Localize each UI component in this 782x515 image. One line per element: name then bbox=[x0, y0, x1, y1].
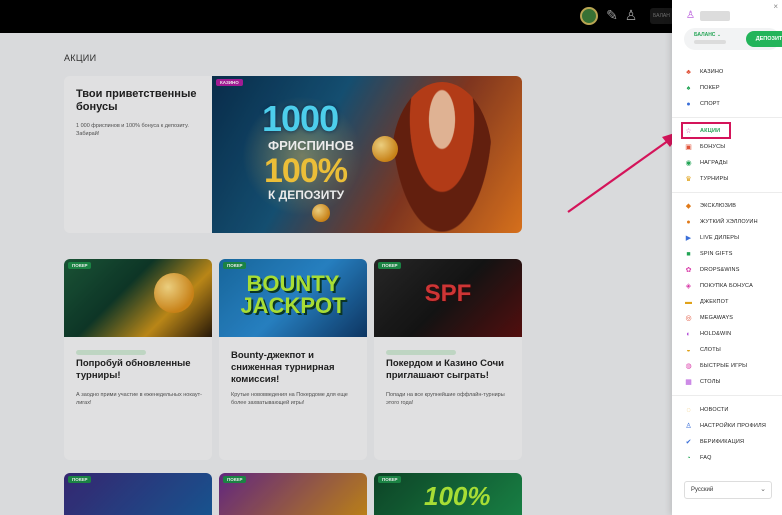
sidebar-item-label: СЛОТЫ bbox=[700, 347, 721, 353]
sidebar-item-profile-settings[interactable]: ♙ НАСТРОЙКИ ПРОФИЛЯ bbox=[684, 420, 766, 432]
faq-icon: ◔ bbox=[686, 454, 691, 462]
sidebar-item-label: ЭКСКЛЮЗИВ bbox=[700, 203, 737, 209]
side-menu-panel: × ♙ БАЛАНС ⌄ ДЕПОЗИТ ♣ КАЗИНО ♠ ПОКЕР ● СПОРТ… bbox=[672, 0, 782, 515]
close-icon[interactable]: × bbox=[773, 3, 778, 11]
sidebar-item-label: SPIN GIFTS bbox=[700, 251, 733, 257]
sidebar-item-label: ЖУТКИЙ ХЭЛЛОУИН bbox=[700, 219, 758, 225]
verification-icon: ✔ bbox=[685, 438, 692, 446]
sidebar-item-verification[interactable]: ✔ ВЕРИФИКАЦИЯ bbox=[684, 436, 744, 448]
annotation-highlight-box bbox=[681, 122, 731, 139]
sidebar-item-slots[interactable]: ◒ СЛОТЫ bbox=[684, 344, 721, 356]
sidebar-item-live[interactable]: ▶ LIVE ДИЛЕРЫ bbox=[684, 232, 739, 244]
menu-divider bbox=[672, 395, 782, 396]
sidebar-item-label: БЫСТРЫЕ ИГРЫ bbox=[700, 363, 748, 369]
language-value: Русский bbox=[691, 487, 714, 493]
sidebar-item-label: DROPS&WINS bbox=[700, 267, 740, 273]
slots-icon: ◒ bbox=[686, 346, 691, 354]
sidebar-item-label: НОВОСТИ bbox=[700, 407, 729, 413]
sidebar-item-medal[interactable]: ◉ НАГРАДЫ bbox=[684, 157, 728, 169]
sidebar-item-sport[interactable]: ● СПОРТ bbox=[684, 98, 720, 110]
jackpot-icon: ▬ bbox=[685, 298, 692, 306]
language-select[interactable]: Русский ⌄ bbox=[684, 481, 772, 499]
sidebar-item-label: НАГРАДЫ bbox=[700, 160, 728, 166]
sidebar-item-drops[interactable]: ✿ DROPS&WINS bbox=[684, 264, 740, 276]
sidebar-item-spin-gift[interactable]: ■ SPIN GIFTS bbox=[684, 248, 733, 260]
sidebar-item-label: БОНУСЫ bbox=[700, 144, 726, 150]
sidebar-item-label: КАЗИНО bbox=[700, 69, 724, 75]
sport-icon: ● bbox=[686, 100, 691, 108]
trophy-icon: ♛ bbox=[685, 175, 692, 183]
menu-divider bbox=[672, 117, 782, 118]
sidebar-item-label: ВЕРИФИКАЦИЯ bbox=[700, 439, 745, 445]
sidebar-item-casino[interactable]: ♣ КАЗИНО bbox=[684, 66, 724, 78]
hold-win-icon: ◐ bbox=[686, 330, 691, 338]
sidebar-item-jackpot[interactable]: ▬ ДЖЕКПОТ bbox=[684, 296, 729, 308]
deposit-button[interactable]: ДЕПОЗИТ bbox=[746, 31, 782, 47]
sidebar-item-tables[interactable]: ▦ СТОЛЫ bbox=[684, 376, 721, 388]
menu-divider bbox=[672, 192, 782, 193]
sidebar-item-label: LIVE ДИЛЕРЫ bbox=[700, 235, 740, 241]
chevron-down-icon: ⌄ bbox=[760, 486, 766, 493]
sidebar-item-label: ДЖЕКПОТ bbox=[700, 299, 729, 305]
chevron-down-icon: ⌄ bbox=[716, 32, 722, 38]
live-icon: ▶ bbox=[685, 234, 692, 242]
balance-box: БАЛАНС ⌄ ДЕПОЗИТ bbox=[684, 28, 782, 50]
profile-settings-icon: ♙ bbox=[685, 422, 692, 430]
fast-games-icon: ◍ bbox=[685, 362, 692, 370]
sidebar-item-trophy[interactable]: ♛ ТУРНИРЫ bbox=[684, 173, 728, 185]
pumpkin-icon: ● bbox=[686, 218, 691, 226]
spin-gift-icon: ■ bbox=[686, 250, 691, 258]
sidebar-item-hold-win[interactable]: ◐ HOLD&WIN bbox=[684, 328, 731, 340]
sidebar-item-label: НАСТРОЙКИ ПРОФИЛЯ bbox=[700, 423, 767, 429]
sidebar-item-label: FAQ bbox=[700, 455, 712, 461]
sidebar-item-news[interactable]: ◌ НОВОСТИ bbox=[684, 404, 729, 416]
sidebar-item-label: СПОРТ bbox=[700, 101, 720, 107]
news-icon: ◌ bbox=[686, 406, 691, 414]
sidebar-item-pumpkin[interactable]: ● ЖУТКИЙ ХЭЛЛОУИН bbox=[684, 216, 758, 228]
gift-icon: ▣ bbox=[685, 143, 692, 151]
exclusive-icon: ◆ bbox=[685, 202, 692, 210]
sidebar-item-label: MEGAWAYS bbox=[700, 315, 734, 321]
sidebar-item-buy-bonus[interactable]: ◈ ПОКУПКА БОНУСА bbox=[684, 280, 753, 292]
buy-bonus-icon: ◈ bbox=[685, 282, 692, 290]
sidebar-item-gift[interactable]: ▣ БОНУСЫ bbox=[684, 141, 725, 153]
sidebar-item-label: HOLD&WIN bbox=[700, 331, 732, 337]
drops-icon: ✿ bbox=[685, 266, 692, 274]
medal-icon: ◉ bbox=[685, 159, 692, 167]
megaways-icon: ◎ bbox=[685, 314, 692, 322]
sidebar-item-label: ПОКЕР bbox=[700, 85, 720, 91]
sidebar-item-megaways[interactable]: ◎ MEGAWAYS bbox=[684, 312, 733, 324]
sidebar-item-fast-games[interactable]: ◍ БЫСТРЫЕ ИГРЫ bbox=[684, 360, 747, 372]
annotation-arrow bbox=[567, 131, 681, 213]
casino-icon: ♣ bbox=[686, 68, 691, 76]
balance-value-placeholder bbox=[694, 40, 726, 44]
sidebar-item-poker[interactable]: ♠ ПОКЕР bbox=[684, 82, 720, 94]
sidebar-item-exclusive[interactable]: ◆ ЭКСКЛЮЗИВ bbox=[684, 200, 736, 212]
sidebar-item-faq[interactable]: ◔ FAQ bbox=[684, 452, 712, 464]
balance-label[interactable]: БАЛАНС ⌄ bbox=[694, 32, 721, 38]
user-icon: ♙ bbox=[686, 10, 695, 21]
username-placeholder bbox=[700, 11, 730, 21]
sidebar-item-label: ПОКУПКА БОНУСА bbox=[700, 283, 753, 289]
poker-icon: ♠ bbox=[686, 84, 691, 92]
tables-icon: ▦ bbox=[685, 378, 692, 386]
sidebar-item-label: ТУРНИРЫ bbox=[700, 176, 729, 182]
sidebar-item-label: СТОЛЫ bbox=[700, 379, 721, 385]
